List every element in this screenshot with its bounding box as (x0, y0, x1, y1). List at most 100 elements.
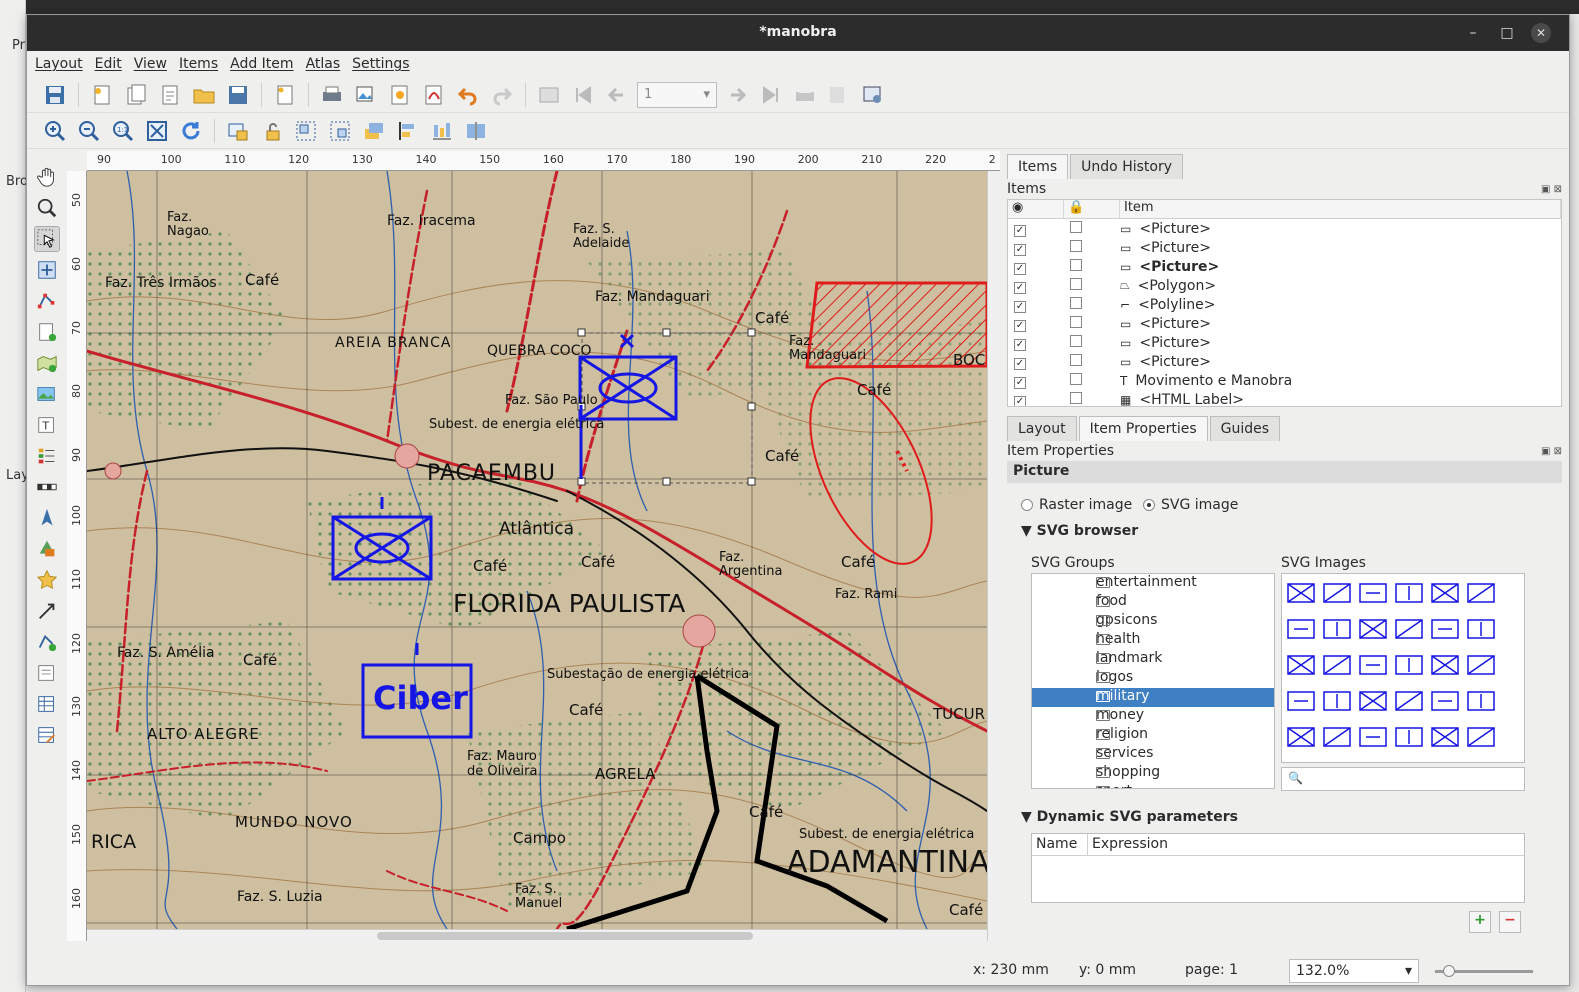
add-arrow-icon[interactable] (34, 598, 60, 624)
scrollbar-thumb[interactable] (377, 932, 753, 940)
remove-parameter-button[interactable]: − (1499, 911, 1521, 933)
lock-checkbox[interactable] (1070, 258, 1082, 271)
svg-thumbnail[interactable] (1395, 691, 1423, 711)
edit-nodes-icon[interactable] (34, 288, 60, 314)
svg-thumbnail[interactable] (1287, 619, 1315, 639)
svg-thumbnail[interactable] (1467, 691, 1495, 711)
svg-group-item[interactable]: landmark (1032, 650, 1274, 669)
lock-checkbox[interactable] (1070, 315, 1082, 328)
zoom-in-icon[interactable] (41, 117, 69, 145)
menu-view[interactable]: View (134, 56, 167, 72)
raster-radio[interactable] (1021, 499, 1033, 511)
add-label-icon[interactable]: T (34, 412, 60, 438)
lock-checkbox[interactable] (1070, 239, 1082, 252)
canvas-vertical-scrollbar[interactable] (987, 171, 1000, 941)
svg-radio[interactable] (1143, 499, 1155, 511)
visibility-checkbox[interactable]: ✓ (1014, 243, 1026, 256)
align-left-icon[interactable] (394, 117, 422, 145)
lock-checkbox[interactable] (1070, 277, 1082, 290)
atlas-prev-button[interactable] (603, 81, 631, 109)
unlock-items-icon[interactable] (258, 117, 286, 145)
page-setup-button[interactable] (271, 81, 299, 109)
svg-thumbnail[interactable] (1359, 583, 1387, 603)
svg-group-item[interactable]: entertainment (1032, 574, 1274, 593)
svg-groups-list[interactable]: entertainment food gpsicons health landmark l… (1031, 573, 1275, 789)
visibility-checkbox[interactable]: ✓ (1014, 357, 1026, 370)
raster-image-option[interactable]: Raster image (1021, 497, 1132, 513)
minimize-button[interactable]: – (1463, 23, 1483, 43)
zoom-actual-icon[interactable]: 1:1 (109, 117, 137, 145)
item-row[interactable]: ✓ T Movimento e Manobra (1008, 371, 1561, 390)
visibility-checkbox[interactable]: ✓ (1014, 300, 1026, 313)
visibility-checkbox[interactable]: ✓ (1014, 281, 1026, 294)
svg-thumbnail[interactable] (1431, 619, 1459, 639)
menu-atlas[interactable]: Atlas (306, 56, 341, 72)
visibility-checkbox[interactable]: ✓ (1014, 224, 1026, 237)
item-row[interactable]: ✓ ▭ <Picture> (1008, 219, 1561, 238)
svg-thumbnail[interactable] (1359, 727, 1387, 747)
menu-edit[interactable]: Edit (95, 56, 122, 72)
tab-guides[interactable]: Guides (1209, 416, 1281, 441)
add-shape-icon[interactable] (34, 536, 60, 562)
dock-float-close-icon[interactable]: ▣ ⊠ (1541, 184, 1562, 195)
svg-thumbnail[interactable] (1359, 655, 1387, 675)
svg-thumbnail[interactable] (1431, 691, 1459, 711)
atlas-page-field[interactable]: 1 ▾ (637, 81, 717, 108)
menu-settings[interactable]: Settings (352, 56, 409, 72)
svg-thumbnail[interactable] (1395, 583, 1423, 603)
svg-group-item[interactable]: health (1032, 631, 1274, 650)
tab-item-properties[interactable]: Item Properties (1078, 416, 1208, 441)
lock-checkbox[interactable] (1070, 220, 1082, 233)
print-button[interactable] (318, 81, 346, 109)
dynamic-params-table[interactable]: Name Expression (1031, 833, 1525, 903)
svg-thumbnail[interactable] (1287, 727, 1315, 747)
svg-thumbnail[interactable] (1359, 691, 1387, 711)
distribute-icon[interactable] (428, 117, 456, 145)
svg-thumbnail[interactable] (1467, 655, 1495, 675)
zoom-combo[interactable]: 132.0% ▾ (1289, 959, 1419, 983)
add-legend-icon[interactable] (34, 443, 60, 469)
svg-thumbnail[interactable] (1467, 727, 1495, 747)
add-map-icon[interactable] (34, 350, 60, 376)
svg-group-item[interactable]: services (1032, 745, 1274, 764)
dock-float-close-icon[interactable]: ▣ ⊠ (1541, 446, 1562, 457)
svg-thumbnail[interactable] (1323, 583, 1351, 603)
zoom-out-icon[interactable] (75, 117, 103, 145)
duplicate-layout-button[interactable] (122, 81, 150, 109)
svg-thumbnail[interactable] (1395, 727, 1423, 747)
visibility-checkbox[interactable]: ✓ (1014, 319, 1026, 332)
zoom-tool-icon[interactable] (34, 195, 60, 221)
export-pdf-button[interactable] (420, 81, 448, 109)
atlas-first-button[interactable] (569, 81, 597, 109)
maximize-button[interactable]: □ (1497, 23, 1517, 43)
visibility-checkbox[interactable]: ✓ (1014, 395, 1026, 406)
atlas-last-button[interactable] (757, 81, 785, 109)
ungroup-items-icon[interactable] (326, 117, 354, 145)
svg-group-item[interactable]: food (1032, 593, 1274, 612)
svg-group-item[interactable]: money (1032, 707, 1274, 726)
item-row[interactable]: ✓ ▭ <Picture> (1008, 333, 1561, 352)
atlas-export-button[interactable] (825, 81, 853, 109)
undo-button[interactable] (454, 81, 482, 109)
visibility-checkbox[interactable]: ✓ (1014, 262, 1026, 275)
lock-checkbox[interactable] (1070, 372, 1082, 385)
lock-items-icon[interactable] (224, 117, 252, 145)
zoom-slider-handle[interactable] (1443, 965, 1455, 977)
export-svg-button[interactable] (386, 81, 414, 109)
svg-thumbnail[interactable] (1287, 691, 1315, 711)
svg-image-option[interactable]: SVG image (1143, 497, 1238, 513)
visibility-checkbox[interactable]: ✓ (1014, 338, 1026, 351)
item-row[interactable]: ✓ ⌐ <Polyline> (1008, 295, 1561, 314)
svg-thumbnail[interactable] (1431, 727, 1459, 747)
svg-thumbnail[interactable] (1395, 655, 1423, 675)
svg-group-item[interactable]: military (1032, 688, 1274, 707)
lock-checkbox[interactable] (1070, 391, 1082, 404)
visibility-checkbox[interactable]: ✓ (1014, 376, 1026, 389)
item-row[interactable]: ✓ ⏢ <Polygon> (1008, 276, 1561, 295)
svg-group-item[interactable]: gpsicons (1032, 612, 1274, 631)
svg-group-item[interactable]: logos (1032, 669, 1274, 688)
lock-checkbox[interactable] (1070, 296, 1082, 309)
svg-thumbnail[interactable] (1287, 583, 1315, 603)
item-row[interactable]: ✓ ▭ <Picture> (1008, 257, 1561, 276)
redo-button[interactable] (488, 81, 516, 109)
